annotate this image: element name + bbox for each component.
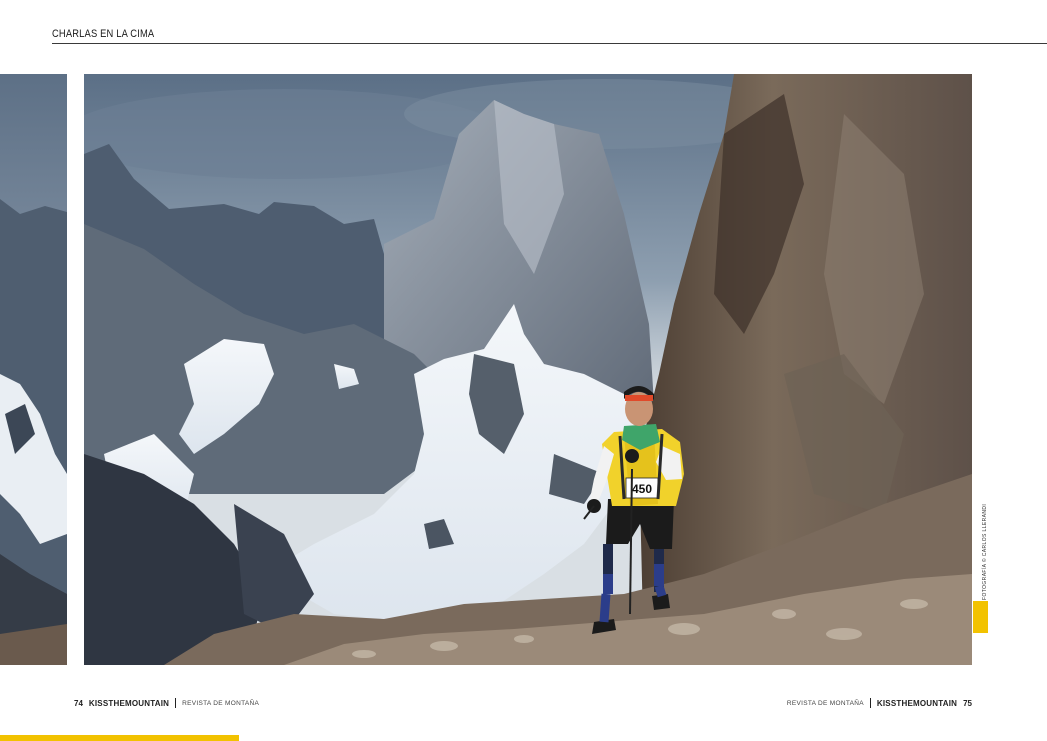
left-page-photo	[0, 74, 67, 665]
page-number-right: 75	[963, 698, 972, 708]
header-rule	[52, 43, 1047, 44]
yellow-page-tab	[973, 601, 988, 633]
folio-right: REVISTA DE MONTAÑA KISSTHEMOUNTAIN 75	[787, 698, 972, 708]
folio-separator-left	[175, 698, 177, 708]
page-number-left: 74	[74, 698, 83, 708]
brand-name-right: KISSTHEMOUNTAIN	[876, 698, 958, 708]
magazine-name-right: REVISTA DE MONTAÑA	[786, 699, 864, 707]
bib-number: 450	[632, 482, 652, 496]
folio-separator-right	[869, 698, 871, 708]
section-title: CHARLAS EN LA CIMA	[52, 28, 155, 40]
yellow-footer-bar	[0, 735, 239, 741]
folio-left: 74 KISSTHEMOUNTAIN REVISTA DE MONTAÑA	[74, 698, 259, 708]
photo-credit: FOTOGRAFÍA © CARLOS LLERANDI	[982, 503, 988, 600]
magazine-name-left: REVISTA DE MONTAÑA	[182, 699, 260, 707]
brand-name-left: KISSTHEMOUNTAIN	[88, 698, 170, 708]
main-photo: 450	[84, 74, 972, 665]
